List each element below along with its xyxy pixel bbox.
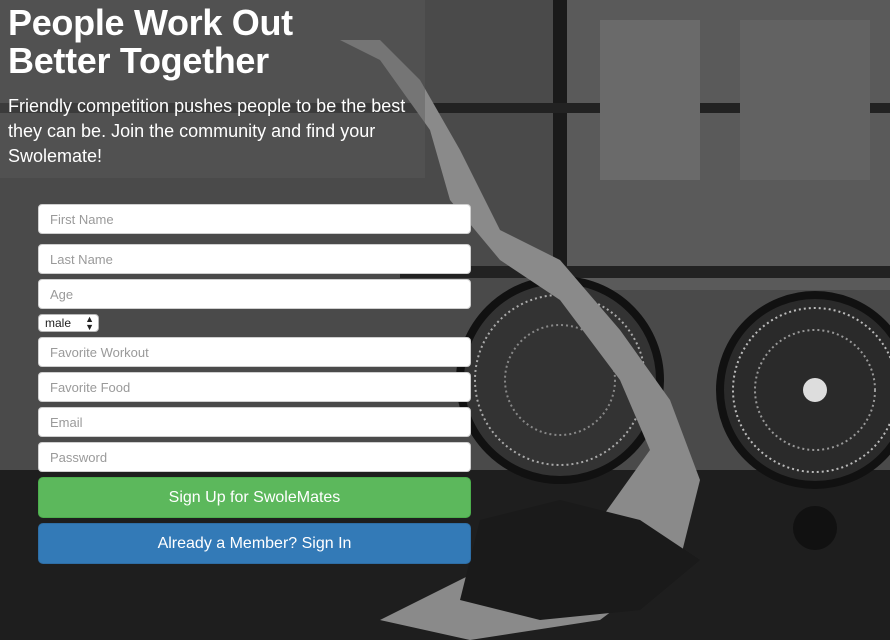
gender-select-value: male	[45, 316, 72, 330]
page-headline: People Work Out Better Together	[8, 4, 293, 80]
first-name-input[interactable]	[38, 204, 471, 234]
gender-select[interactable]: male ▲ ▼	[38, 314, 99, 332]
updown-arrows-icon: ▲ ▼	[85, 314, 94, 332]
last-name-input[interactable]	[38, 244, 471, 274]
hero-subtext: Friendly competition pushes people to be…	[8, 96, 406, 166]
signup-button[interactable]: Sign Up for SwoleMates	[38, 477, 471, 518]
age-input[interactable]	[38, 279, 471, 309]
email-input[interactable]	[38, 407, 471, 437]
password-input[interactable]	[38, 442, 471, 472]
headline-line-2: Better Together	[8, 40, 269, 81]
favorite-food-input[interactable]	[38, 372, 471, 402]
signin-button[interactable]: Already a Member? Sign In	[38, 523, 471, 564]
headline-line-1: People Work Out	[8, 2, 293, 43]
favorite-workout-input[interactable]	[38, 337, 471, 367]
